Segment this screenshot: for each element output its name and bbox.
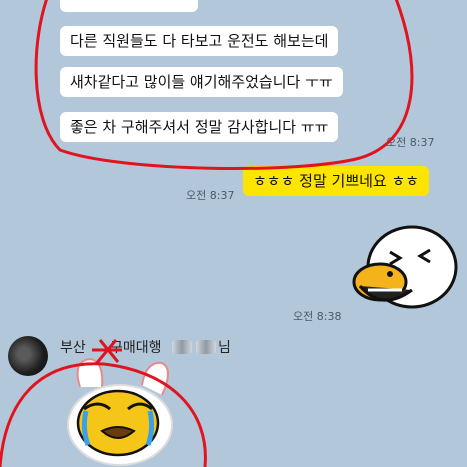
sender-name-part: 구매대행 — [110, 340, 162, 356]
message-timestamp: 오전 8:38 — [293, 310, 342, 323]
message-text: 좋은 차 구해주셔서 정말 감사합니다 ㅠㅠ — [70, 118, 329, 136]
sender-name-part: 부산 — [60, 340, 86, 356]
message-timestamp: 오전 8:37 — [386, 136, 435, 149]
message-bubble-partial[interactable] — [60, 0, 198, 12]
avatar[interactable] — [8, 336, 48, 376]
sender-name-suffix: 님 — [218, 340, 231, 356]
message-bubble[interactable]: 새차같다고 많이들 얘기해주었습니다 ㅜㅠ — [60, 67, 343, 97]
redacted-name — [172, 340, 192, 354]
message-text: ㅎㅎㅎ 정말 기쁘네요 ㅎㅎ — [253, 172, 420, 190]
message-timestamp: 오전 8:37 — [186, 189, 235, 202]
message-bubble[interactable]: 다른 직원들도 다 타보고 운전도 해보는데 — [60, 26, 339, 56]
crying-character-emoticon[interactable] — [60, 357, 180, 467]
redacted-name — [196, 340, 216, 354]
message-text: 다른 직원들도 다 타보고 운전도 해보는데 — [70, 32, 329, 50]
message-bubble-mine[interactable]: ㅎㅎㅎ 정말 기쁘네요 ㅎㅎ — [243, 166, 430, 196]
message-text: 새차같다고 많이들 얘기해주었습니다 ㅜㅠ — [70, 73, 333, 91]
message-bubble[interactable]: 좋은 차 구해주셔서 정말 감사합니다 ㅠㅠ — [60, 112, 339, 142]
laughing-character-emoticon[interactable] — [350, 222, 460, 322]
